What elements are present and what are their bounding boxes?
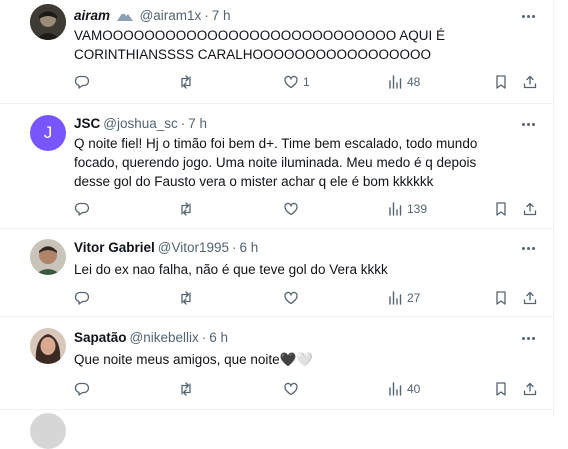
- repost-icon: [181, 202, 191, 216]
- repost-icon: [181, 291, 191, 305]
- repost-button[interactable]: [178, 73, 198, 91]
- user-handle[interactable]: @nikebellix: [130, 330, 199, 345]
- repost-icon: [181, 75, 191, 89]
- bookmark-button[interactable]: [493, 380, 509, 398]
- mountain-icon: [116, 12, 133, 21]
- avatar[interactable]: [30, 4, 66, 40]
- reply-icon: [74, 382, 90, 396]
- repost-button[interactable]: [178, 289, 198, 307]
- timestamp[interactable]: 7 h: [212, 8, 231, 23]
- user-handle[interactable]: @joshua_sc: [103, 116, 178, 131]
- views-icon: [389, 202, 402, 216]
- more-icon[interactable]: [519, 117, 537, 131]
- reply-icon: [74, 291, 90, 305]
- separator-dot: ·: [180, 116, 186, 131]
- share-button[interactable]: [522, 289, 538, 307]
- timestamp[interactable]: 6 h: [209, 330, 228, 345]
- like-icon: [284, 291, 298, 305]
- repost-icon: [181, 382, 191, 396]
- views-icon: [389, 382, 402, 396]
- repost-button[interactable]: [178, 380, 198, 398]
- bookmark-icon: [496, 75, 506, 89]
- views-icon: [389, 291, 402, 305]
- user-handle[interactable]: @Vitor1995: [158, 240, 229, 255]
- like-button[interactable]: [283, 289, 303, 307]
- views-icon: [389, 75, 402, 89]
- bookmark-button[interactable]: [493, 289, 509, 307]
- tweet-text: Que noite meus amigos, que noite🖤🤍: [74, 352, 314, 367]
- timestamp[interactable]: 7 h: [188, 116, 207, 131]
- like-button[interactable]: [283, 200, 303, 218]
- views-count: 40: [407, 382, 421, 396]
- bookmark-button[interactable]: [493, 73, 509, 91]
- display-name[interactable]: airam: [74, 8, 110, 23]
- views-count: 48: [407, 75, 421, 89]
- share-icon: [523, 202, 537, 216]
- like-icon: [284, 382, 298, 396]
- tweet[interactable]: J JSC @joshua_sc · 7 h Q noite fiel! Hj o t…: [0, 104, 553, 229]
- more-icon[interactable]: [519, 241, 537, 255]
- separator-dot: ·: [201, 330, 207, 345]
- display-name[interactable]: Sapatão: [74, 330, 127, 345]
- share-icon: [523, 291, 537, 305]
- like-icon: [284, 75, 298, 89]
- tweet-text: Lei do ex nao falha, não é que teve gol …: [74, 262, 388, 277]
- views-button[interactable]: 27: [387, 289, 420, 307]
- views-count: 27: [407, 291, 421, 305]
- share-button[interactable]: [522, 380, 538, 398]
- more-icon[interactable]: [519, 331, 537, 345]
- views-button[interactable]: 40: [387, 380, 420, 398]
- avatar[interactable]: J: [30, 115, 66, 151]
- reply-button[interactable]: [74, 289, 94, 307]
- more-icon[interactable]: [519, 9, 537, 23]
- display-name[interactable]: Vitor Gabriel: [74, 240, 155, 255]
- tweet[interactable]: Sapatão @nikebellix · 6 h Que noite meus am…: [0, 317, 553, 410]
- reply-button[interactable]: [74, 73, 94, 91]
- like-button[interactable]: [283, 380, 303, 398]
- avatar[interactable]: [30, 413, 66, 449]
- repost-button[interactable]: [178, 200, 198, 218]
- views-count: 139: [407, 202, 428, 216]
- like-count: 1: [303, 75, 310, 89]
- like-button[interactable]: 1: [283, 73, 310, 91]
- avatar-letter: J: [43, 123, 53, 142]
- share-icon: [523, 382, 537, 396]
- tweet-text: Q noite fiel! Hj o timão foi bem d+. Tim…: [74, 136, 482, 189]
- separator-dot: ·: [204, 8, 209, 23]
- share-button[interactable]: [522, 200, 538, 218]
- share-icon: [523, 75, 537, 89]
- timestamp[interactable]: 6 h: [240, 240, 259, 255]
- reply-icon: [74, 75, 90, 89]
- like-icon: [284, 202, 298, 216]
- bookmark-icon: [496, 291, 506, 305]
- bookmark-button[interactable]: [493, 200, 509, 218]
- bookmark-icon: [496, 382, 506, 396]
- tweet[interactable]: airam @airam1x · 7 h VAMOOOOOOOOOOOOOOOOOO…: [0, 0, 553, 104]
- separator-dot: ·: [232, 240, 237, 255]
- reply-button[interactable]: [74, 200, 94, 218]
- timeline: airam @airam1x · 7 h VAMOOOOOOOOOOOOOOOOOO…: [0, 0, 554, 449]
- avatar[interactable]: [30, 328, 66, 364]
- bookmark-icon: [496, 202, 506, 216]
- views-button[interactable]: 48: [387, 73, 420, 91]
- avatar[interactable]: [30, 239, 66, 275]
- reply-button[interactable]: [74, 380, 94, 398]
- display-name[interactable]: JSC: [74, 116, 100, 131]
- tweet-text: VAMOOOOOOOOOOOOOOOOOOOOOOOOOOOO AQUI É C…: [74, 28, 449, 62]
- share-button[interactable]: [522, 73, 538, 91]
- views-button[interactable]: 139: [387, 200, 427, 218]
- reply-icon: [74, 202, 90, 216]
- tweet[interactable]: Vitor Gabriel @Vitor1995 · 6 h Lei do ex na…: [0, 229, 553, 317]
- user-handle[interactable]: @airam1x: [140, 8, 202, 23]
